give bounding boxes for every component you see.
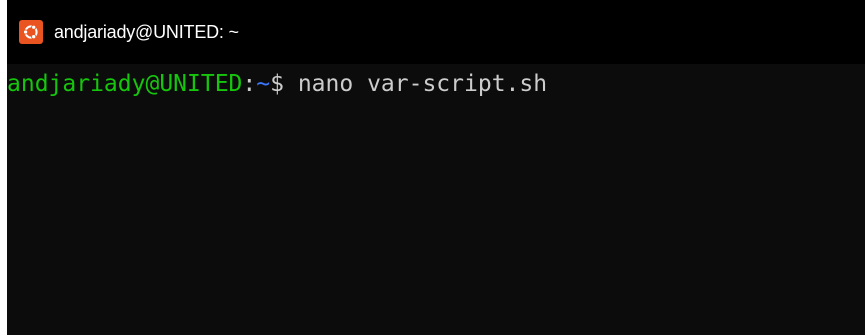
prompt-line: andjariady@UNITED:~$ nano var-script.sh	[7, 68, 547, 100]
title-bar[interactable]: andjariady@UNITED: ~	[7, 0, 865, 64]
prompt-path: ~	[256, 71, 271, 97]
prompt-separator: :	[242, 71, 257, 97]
prompt-symbol: $	[270, 71, 298, 97]
window-title: andjariady@UNITED: ~	[54, 21, 239, 42]
terminal-window: andjariady@UNITED: ~ andjariady@UNITED:~…	[7, 0, 865, 335]
terminal-output[interactable]: andjariady@UNITED:~$ nano var-script.sh	[7, 64, 865, 335]
command-text: nano var-script.sh	[297, 71, 548, 97]
prompt-user-host: andjariady@UNITED	[7, 71, 243, 97]
ubuntu-logo-icon[interactable]	[19, 20, 43, 44]
